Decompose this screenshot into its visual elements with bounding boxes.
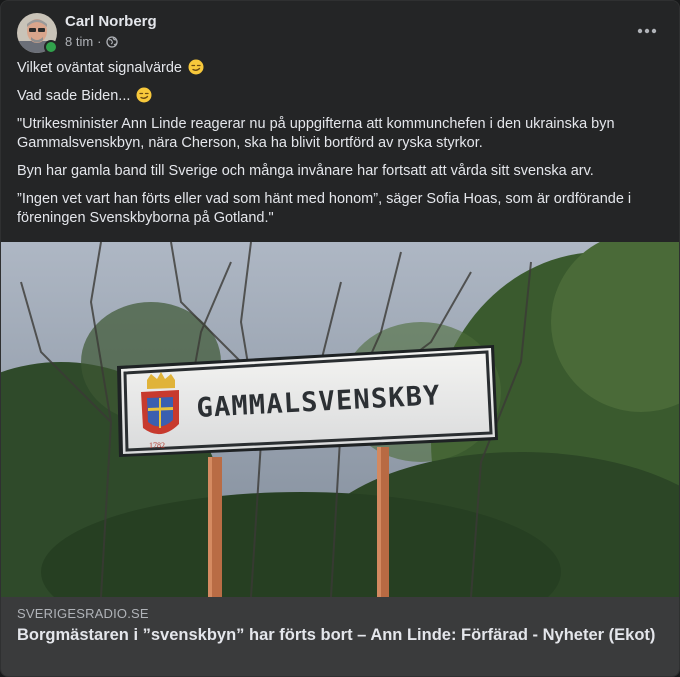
post-paragraph: Vilket oväntat signalvärde [17,59,657,78]
post-header: Carl Norberg 8 tim · [17,13,663,57]
paragraph-text: Vad sade Biden... [17,88,131,104]
post-paragraph: "Utrikesminister Ann Linde reagerar nu p… [17,116,615,151]
post-paragraph: Vad sade Biden... [17,87,657,106]
link-preview-image[interactable]: 1782 GAMMALSVENSKBY [1,242,679,597]
globe-icon[interactable] [105,36,118,48]
link-preview-footer[interactable]: SVERIGESRADIO.SE Borgmästaren i ”svenskb… [1,597,679,676]
post-meta: 8 tim · [65,34,118,50]
post-paragraph: Byn har gamla band till Sverige och mång… [17,163,594,179]
crest-year: 1782 [149,441,165,450]
post-paragraph: ”Ingen vet vart han förts eller vad som … [17,191,632,226]
online-status-indicator [44,40,58,54]
paragraph-text: Vilket oväntat signalvärde [17,60,182,76]
link-domain: SVERIGESRADIO.SE [17,606,149,621]
post-card: Carl Norberg 8 tim · Vilket oväntat sign… [0,0,680,677]
more-options-button[interactable] [631,15,663,47]
avatar[interactable] [17,13,58,54]
post-text: Vilket oväntat signalvärde Vad sade Bide… [17,59,657,237]
smirk-emoji-icon [188,59,204,75]
smirk-emoji-icon [136,87,152,103]
meta-separator: · [97,34,102,49]
link-headline[interactable]: Borgmästaren i ”svenskbyn” har förts bor… [17,625,657,645]
author-name[interactable]: Carl Norberg [65,13,157,31]
more-horizontal-icon [637,28,657,34]
post-time[interactable]: 8 tim [65,34,93,50]
